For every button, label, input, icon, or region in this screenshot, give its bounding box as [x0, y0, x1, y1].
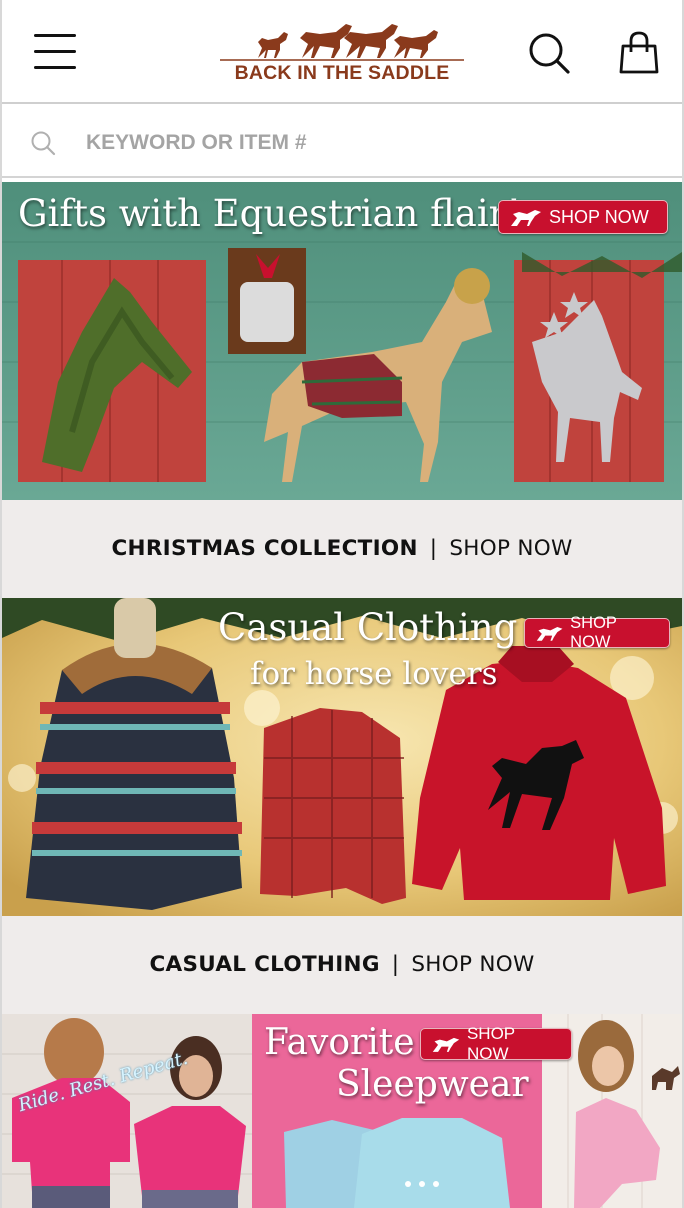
shop-now-badge[interactable]: SHOP NOW [420, 1024, 572, 1063]
banner-subheadline: for horse lovers [250, 656, 498, 692]
brand-logo[interactable]: BACK IN THE SADDLE [216, 18, 468, 86]
christmas-caption[interactable]: CHRISTMAS COLLECTION | SHOP NOW [2, 500, 682, 598]
caption-shop-now-link[interactable]: SHOP NOW [411, 952, 534, 977]
casual-clothing-banner[interactable]: Casual Clothing for horse lovers SHOP NO… [2, 598, 682, 916]
christmas-banner[interactable]: Gifts with Equestrian flair! SHOP NOW [2, 182, 682, 500]
shop-now-label: SHOP NOW [570, 614, 617, 651]
shop-now-badge[interactable]: SHOP NOW [498, 200, 668, 234]
brand-name: BACK IN THE SADDLE [234, 62, 450, 84]
banner-headline: Favorite [264, 1022, 415, 1063]
caption-separator: | [391, 952, 400, 977]
caption-shop-now-link[interactable]: SHOP NOW [449, 536, 572, 561]
horse-icon [511, 210, 541, 226]
banner-headline: Gifts with Equestrian flair! [18, 192, 522, 235]
sleepwear-banner[interactable]: Favorite Sleepwear SHOP NOW Ride. Rest. … [2, 1014, 682, 1208]
search-field-icon [31, 131, 56, 156]
horse-icon [432, 1037, 460, 1052]
running-horses-icon [220, 24, 464, 61]
caption-title: CHRISTMAS COLLECTION [111, 536, 418, 561]
search-icon[interactable] [526, 30, 572, 76]
search-bar [2, 104, 682, 178]
page: BACK IN THE SADDLE KEYWORD OR ITEM # Gif… [0, 0, 684, 1208]
casual-clothing-caption[interactable]: CASUAL CLOTHING | SHOP NOW [2, 916, 682, 1014]
banner-subheadline: Sleepwear [336, 1064, 529, 1105]
shop-now-badge[interactable]: SHOP NOW [524, 614, 670, 651]
shop-now-label: SHOP NOW [549, 206, 649, 227]
site-header: BACK IN THE SADDLE [2, 0, 682, 104]
search-input[interactable] [84, 124, 648, 162]
caption-separator: | [429, 536, 438, 561]
banner-headline: Casual Clothing [218, 606, 518, 649]
shopping-bag-icon[interactable] [616, 30, 662, 76]
horse-icon [536, 626, 563, 641]
caption-title: CASUAL CLOTHING [149, 952, 380, 977]
hamburger-menu-icon[interactable] [34, 34, 76, 70]
shop-now-label: SHOP NOW [466, 1024, 515, 1063]
